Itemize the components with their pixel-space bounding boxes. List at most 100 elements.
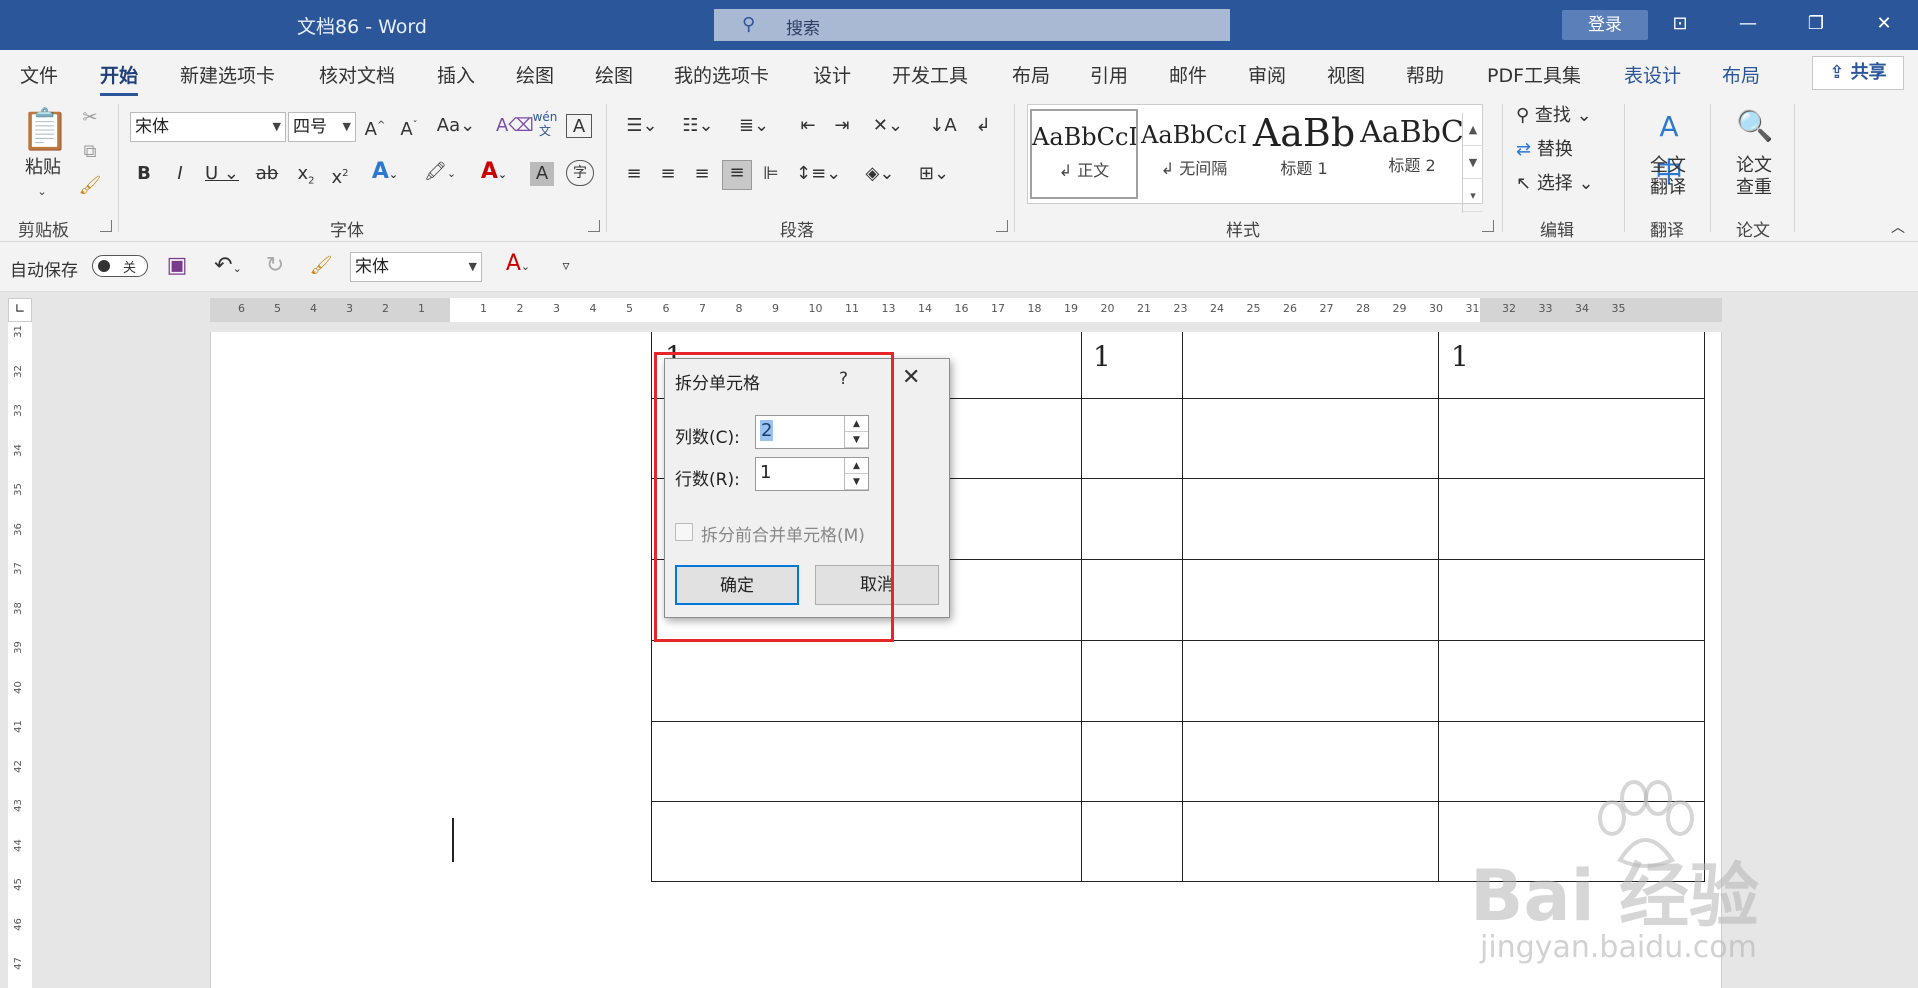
- tab-layout[interactable]: 布局: [1012, 61, 1050, 88]
- tab-references[interactable]: 引用: [1090, 61, 1128, 88]
- style-no-spacing[interactable]: AaBbCcI ↲ 无间隔: [1140, 109, 1248, 199]
- highlight-icon[interactable]: 🖍⌄: [418, 160, 462, 186]
- tab-home[interactable]: 开始: [100, 61, 139, 96]
- paragraph-launcher-icon[interactable]: [996, 220, 1008, 232]
- tab-new[interactable]: 新建选项卡: [180, 61, 275, 88]
- align-center-icon[interactable]: ≡: [654, 162, 682, 186]
- translate-label-2[interactable]: 翻译: [1640, 176, 1696, 200]
- search-box[interactable]: ⚲ 搜索: [714, 9, 1230, 41]
- tab-mailings[interactable]: 邮件: [1169, 61, 1207, 88]
- clear-format-icon[interactable]: A⌫: [496, 114, 534, 138]
- tab-draw-2[interactable]: 绘图: [595, 61, 633, 88]
- undo-icon[interactable]: ↶⌄: [206, 254, 250, 281]
- ribbon-display-icon[interactable]: ⊡: [1660, 9, 1700, 39]
- font-color-icon[interactable]: A⌄: [472, 160, 516, 187]
- tab-help[interactable]: 帮助: [1406, 61, 1444, 88]
- paper-check-label-2[interactable]: 查重: [1726, 176, 1782, 200]
- qat-font-color-icon[interactable]: A⌄: [496, 252, 540, 279]
- numbering-icon[interactable]: ☷⌄: [676, 114, 720, 138]
- qat-font-select[interactable]: 宋体 ▼: [350, 252, 482, 282]
- char-border-icon[interactable]: A: [566, 114, 592, 138]
- clipboard-launcher-icon[interactable]: [100, 220, 112, 232]
- styles-launcher-icon[interactable]: [1482, 220, 1494, 232]
- italic-icon[interactable]: I: [168, 162, 192, 186]
- tab-developer[interactable]: 开发工具: [892, 61, 968, 88]
- share-button[interactable]: ⇪ 共享: [1812, 56, 1904, 90]
- bullets-icon[interactable]: ☰⌄: [620, 114, 664, 138]
- tab-table-design[interactable]: 表设计: [1624, 61, 1681, 88]
- subscript-icon[interactable]: x2: [294, 162, 318, 194]
- translate-icon[interactable]: A中: [1646, 104, 1692, 189]
- borders-icon[interactable]: ⊞⌄: [912, 162, 956, 186]
- autosave-toggle[interactable]: 关: [92, 255, 148, 277]
- collapse-ribbon-icon[interactable]: ︿: [1886, 216, 1910, 240]
- chevron-down-icon[interactable]: ▼: [1463, 146, 1483, 179]
- tab-proofread[interactable]: 核对文档: [319, 61, 395, 88]
- redo-icon[interactable]: ↻: [262, 254, 288, 278]
- paste-icon[interactable]: 📋: [20, 104, 70, 156]
- decrease-indent-icon[interactable]: ⇤: [794, 114, 822, 138]
- increase-indent-icon[interactable]: ⇥: [828, 114, 856, 138]
- close-window-icon[interactable]: ✕: [1864, 9, 1904, 39]
- tab-table-layout[interactable]: 布局: [1722, 61, 1760, 88]
- char-scaling-icon[interactable]: ✕⌄: [866, 114, 910, 138]
- tab-draw-1[interactable]: 绘图: [516, 61, 554, 88]
- styles-scroll[interactable]: ▲ ▼ ▾: [1462, 113, 1483, 213]
- style-normal[interactable]: AaBbCcI ↲ 正文: [1030, 109, 1138, 199]
- distributed-icon[interactable]: ⊫: [756, 162, 786, 186]
- find-button[interactable]: ⚲ 查找 ⌄: [1516, 104, 1616, 128]
- style-heading-2[interactable]: AaBbC 标题 2: [1358, 109, 1466, 199]
- select-button[interactable]: ↖ 选择 ⌄: [1516, 172, 1616, 196]
- format-painter-icon[interactable]: 🖌: [78, 174, 102, 198]
- strikethrough-icon[interactable]: ab: [252, 162, 282, 186]
- text-effects-icon[interactable]: A⌄: [364, 160, 406, 187]
- style-heading-1[interactable]: AaBb 标题 1: [1250, 109, 1358, 199]
- save-icon[interactable]: ▣: [164, 254, 190, 278]
- phonetic-guide-icon[interactable]: wén 文: [530, 110, 560, 138]
- horizontal-ruler[interactable]: 6 5 4 3 2 1 1 2 3 4 5 6 7 8 9 10 11 13 14 16 17 18 19 20 21 23 24 2…: [210, 298, 1722, 322]
- tab-selector-icon[interactable]: ∟: [8, 298, 32, 322]
- show-marks-icon[interactable]: ↲: [968, 114, 998, 138]
- sort-icon[interactable]: ↓A: [928, 114, 958, 138]
- translate-label-1[interactable]: 全文: [1640, 154, 1696, 178]
- line-spacing-icon[interactable]: ↕≡⌄: [796, 162, 841, 186]
- multilevel-list-icon[interactable]: ≣⌄: [732, 114, 776, 138]
- cut-icon[interactable]: ✂: [78, 106, 102, 130]
- change-case-icon[interactable]: Aa⌄: [434, 114, 478, 138]
- paper-check-label-1[interactable]: 论文: [1726, 154, 1782, 178]
- replace-button[interactable]: ⇄ 替换: [1516, 138, 1616, 162]
- superscript-icon[interactable]: x2: [328, 162, 352, 190]
- justify-icon[interactable]: ≡: [722, 160, 752, 190]
- chevron-up-icon[interactable]: ▲: [1463, 113, 1483, 146]
- restore-icon[interactable]: ❐: [1796, 9, 1836, 39]
- tab-insert[interactable]: 插入: [437, 61, 475, 88]
- font-size-select[interactable]: 四号 ▼: [288, 112, 356, 142]
- tab-review[interactable]: 审阅: [1248, 61, 1286, 88]
- tab-view[interactable]: 视图: [1327, 61, 1365, 88]
- font-launcher-icon[interactable]: [588, 220, 600, 232]
- paste-chevron-down-icon[interactable]: ⌄: [24, 180, 60, 204]
- vertical-ruler[interactable]: 31 32 33 34 35 36 37 38 39 40 41 42 43 44 45 46 47: [8, 322, 32, 988]
- format-painter-qat-icon[interactable]: 🖌: [308, 254, 334, 278]
- shrink-font-icon[interactable]: Aˇ: [396, 114, 422, 142]
- tab-my[interactable]: 我的选项卡: [674, 61, 769, 88]
- customize-qat-icon[interactable]: ▿: [556, 254, 576, 278]
- more-styles-icon[interactable]: ▾: [1463, 179, 1483, 212]
- close-icon[interactable]: ✕: [902, 365, 920, 390]
- tab-pdf[interactable]: PDF工具集: [1487, 61, 1581, 88]
- shading-icon[interactable]: ◈⌄: [858, 162, 902, 186]
- copy-icon[interactable]: ⧉: [78, 140, 102, 164]
- font-family-select[interactable]: 宋体 ▼: [130, 112, 286, 142]
- grow-font-icon[interactable]: A^: [362, 114, 388, 142]
- minimize-icon[interactable]: —: [1728, 9, 1768, 39]
- paste-label[interactable]: 粘贴: [20, 156, 66, 180]
- tab-design[interactable]: 设计: [813, 61, 851, 88]
- enclose-char-icon[interactable]: 字: [566, 160, 594, 186]
- align-right-icon[interactable]: ≡: [688, 162, 716, 186]
- align-left-icon[interactable]: ≡: [620, 162, 648, 186]
- login-button[interactable]: 登录: [1562, 10, 1648, 40]
- tab-file[interactable]: 文件: [20, 61, 58, 88]
- underline-icon[interactable]: U ⌄: [202, 162, 242, 186]
- char-shading-icon[interactable]: A: [530, 162, 554, 186]
- bold-icon[interactable]: B: [132, 162, 156, 186]
